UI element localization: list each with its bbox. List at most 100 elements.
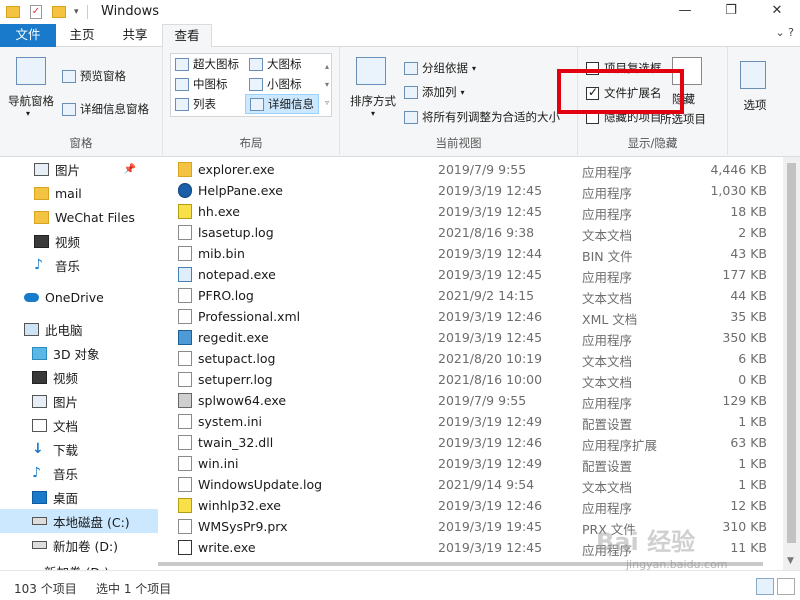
options-button[interactable]: 选项 [740,61,770,113]
file-date: 2019/3/19 12:45 [438,267,543,282]
help-file-icon [178,498,192,513]
file-row[interactable]: mib.bin 2019/3/19 12:44 BIN 文件 43 KB [158,243,783,264]
details-view-icon[interactable] [756,578,774,595]
nav-item-this-pc[interactable]: 此电脑 [0,317,158,341]
nav-item-music[interactable]: ♪ 音乐 [0,253,158,277]
nav-item-downloads[interactable]: ↓ 下载 [0,437,158,461]
gallery-scroll-icon[interactable]: ▴ ▾ ▿ [325,58,329,112]
pin-icon[interactable]: 📌 [124,164,136,175]
file-row[interactable]: PFRO.log 2021/9/2 14:15 文本文档 44 KB [158,285,783,306]
file-row[interactable]: twain_32.dll 2019/3/19 12:46 应用程序扩展 63 KB [158,432,783,453]
preview-pane-button[interactable]: 预览窗格 [62,68,126,84]
nav-item-music-pc[interactable]: ♪ 音乐 [0,461,158,485]
help-icon[interactable]: ⌄ ? [775,26,794,39]
nav-item-pictures-pc[interactable]: 图片 [0,389,158,413]
layout-large-icons[interactable]: 大图标 [249,56,302,72]
scroll-down-icon[interactable]: ▼ [787,556,794,566]
download-icon: ↓ [32,440,44,457]
scrollbar-thumb[interactable] [787,163,796,543]
sort-by-button[interactable]: 排序方式 ▾ [350,57,396,118]
file-type: 应用程序 [582,270,633,285]
nav-item-pictures[interactable]: 图片 📌 [0,157,158,181]
nav-item-label: 图片 [55,162,81,178]
file-row[interactable]: system.ini 2019/3/19 12:49 配置设置 1 KB [158,411,783,432]
tab-view[interactable]: 查看 [162,24,212,48]
customize-toolbar-icon[interactable]: ▾ [74,7,79,17]
close-button[interactable]: ✕ [754,0,800,24]
nav-item-mail[interactable]: mail [0,181,158,205]
tab-file[interactable]: 文件 [0,24,56,47]
file-row[interactable]: winhlp32.exe 2019/3/19 12:46 应用程序 12 KB [158,495,783,516]
drive-icon [32,517,47,525]
help-icon [178,183,192,198]
ribbon-tabs: 文件 主页 共享 查看 ⌄ ? [0,24,800,48]
file-row[interactable]: setuperr.log 2021/8/16 10:00 文本文档 0 KB [158,369,783,390]
music-icon: ♪ [32,464,41,481]
properties-icon[interactable]: ✓ [30,5,42,19]
tab-home[interactable]: 主页 [56,24,108,47]
file-row[interactable]: win.ini 2019/3/19 12:49 配置设置 1 KB [158,453,783,474]
nav-item-wechat-files[interactable]: WeChat Files [0,205,158,229]
large-icons-icon [249,57,263,71]
file-row[interactable]: WindowsUpdate.log 2021/9/14 9:54 文本文档 1 KB [158,474,783,495]
file-type: 应用程序 [582,207,633,222]
nav-item-new-volume-d-2[interactable]: 新加卷 (D:) [0,559,158,571]
file-type: 文本文档 [582,480,633,495]
file-row[interactable]: setupact.log 2021/8/20 10:19 文本文档 6 KB [158,348,783,369]
group-by-button[interactable]: 分组依据 ▾ [404,60,476,76]
nav-item-onedrive[interactable]: OneDrive [0,285,158,309]
nav-item-3d-objects[interactable]: 3D 对象 [0,341,158,365]
maximize-button[interactable]: ❐ [708,0,754,24]
file-date: 2021/9/14 9:54 [438,477,535,492]
separator [86,5,88,19]
folder-icon[interactable] [6,6,20,18]
layout-details[interactable]: 详细信息 [245,94,319,114]
file-type: 文本文档 [582,354,633,369]
file-date: 2021/8/20 10:19 [438,351,543,366]
nav-item-label: 图片 [53,394,79,410]
pictures-icon [32,394,47,408]
layout-label: 列表 [193,97,216,111]
file-type: 配置设置 [582,417,633,432]
file-row[interactable]: notepad.exe 2019/3/19 12:45 应用程序 177 KB [158,264,783,285]
file-name: winhlp32.exe [198,498,282,513]
documents-icon [32,418,47,432]
file-icon [178,246,192,261]
nav-item-desktop[interactable]: 桌面 [0,485,158,509]
file-row[interactable]: regedit.exe 2019/3/19 12:45 应用程序 350 KB [158,327,783,348]
nav-item-label: 桌面 [53,490,79,506]
group-label-panes: 窗格 [69,136,93,150]
nav-item-new-volume-d[interactable]: 新加卷 (D:) [0,533,158,557]
details-pane-button[interactable]: 详细信息窗格 [62,101,149,117]
3d-objects-icon [32,346,47,360]
vertical-scrollbar[interactable]: ▼ [783,157,800,570]
file-date: 2019/3/19 12:45 [438,204,543,219]
tab-share[interactable]: 共享 [108,24,162,47]
file-date: 2019/3/19 12:49 [438,414,543,429]
add-columns-button[interactable]: 添加列 ▾ [404,84,465,100]
title-bar: ✓ ▾ Windows — ❐ ✕ [0,0,800,24]
size-columns-to-fit-button[interactable]: 将所有列调整为合适的大小 [404,109,560,125]
nav-item-videos-pc[interactable]: 视频 [0,365,158,389]
file-row[interactable]: HelpPane.exe 2019/3/19 12:45 应用程序 1,030 KB [158,180,783,201]
file-row[interactable]: splwow64.exe 2019/7/9 9:55 应用程序 129 KB [158,390,783,411]
file-row[interactable]: hh.exe 2019/3/19 12:45 应用程序 18 KB [158,201,783,222]
large-icons-view-icon[interactable] [777,578,795,595]
nav-item-local-disk-c[interactable]: 本地磁盘 (C:) [0,509,158,533]
chevron-down-icon: ▾ [26,109,31,118]
layout-small-icons[interactable]: 小图标 [249,76,302,92]
file-row[interactable]: explorer.exe 2019/7/9 9:55 应用程序 4,446 KB [158,159,783,180]
navigation-pane-button[interactable]: 导航窗格 ▾ [8,57,54,118]
layout-list[interactable]: 列表 [175,96,216,112]
layout-medium-icons[interactable]: 中图标 [175,76,228,92]
minimize-button[interactable]: — [662,0,708,24]
file-date: 2019/3/19 12:49 [438,456,543,471]
navigation-pane-label: 导航窗格 [8,94,54,108]
layout-extra-large-icons[interactable]: 超大图标 [175,56,239,72]
file-row[interactable]: Professional.xml 2019/3/19 12:46 XML 文档 35 … [158,306,783,327]
new-folder-icon[interactable] [52,6,66,18]
text-file-icon [178,225,192,240]
file-row[interactable]: lsasetup.log 2021/8/16 9:38 文本文档 2 KB [158,222,783,243]
nav-item-documents[interactable]: 文档 [0,413,158,437]
nav-item-videos[interactable]: 视频 [0,229,158,253]
